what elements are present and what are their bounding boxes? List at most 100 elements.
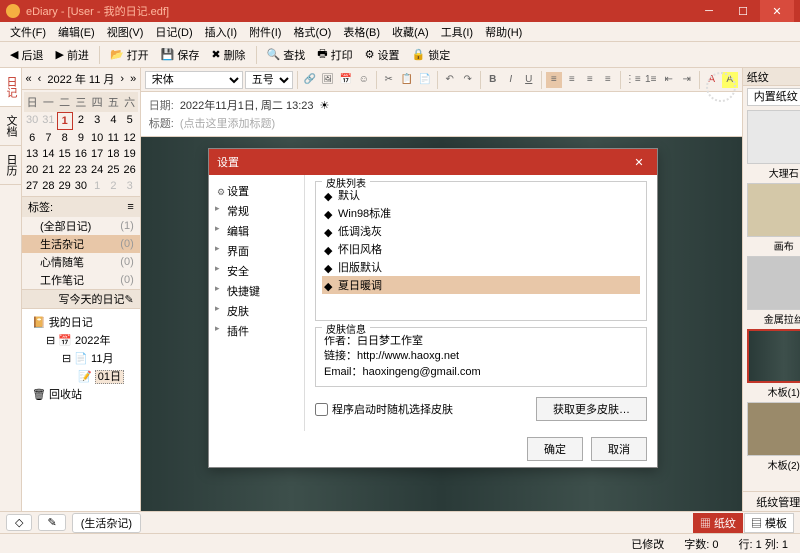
list-bullet-icon[interactable]: ⋮≡ [625,72,641,88]
menu-diary[interactable]: 日记(D) [151,22,196,42]
align-center-icon[interactable]: ≡ [564,72,580,88]
cal-day[interactable]: 4 [105,112,121,130]
cal-day[interactable]: 27 [24,178,40,194]
cal-day[interactable]: 24 [89,162,105,178]
cal-day[interactable]: 11 [105,130,121,146]
status-tab-paper[interactable]: ▦ 纸纹 [693,513,743,533]
status-tab-template[interactable]: ▤ 模板 [744,513,794,533]
cal-day[interactable]: 23 [73,162,89,178]
align-justify-icon[interactable]: ≡ [600,72,616,88]
skin-item[interactable]: ◆夏日暖调 [322,276,640,294]
cal-day[interactable]: 17 [89,146,105,162]
redo-icon[interactable]: ↷ [460,72,476,88]
tab-diary[interactable]: 日记 [0,68,21,107]
paper-thumb[interactable]: 木板(1) [747,329,800,400]
settings-tree-item[interactable]: 安全 [213,261,300,281]
settings-tree-item[interactable]: 快捷键 [213,281,300,301]
cal-day[interactable]: 31 [40,112,56,130]
tree-day[interactable]: 📝 01日 [28,367,134,385]
list-number-icon[interactable]: 1≡ [643,72,659,88]
indent-icon[interactable]: ⇥ [679,72,695,88]
paste-icon[interactable]: 📄 [417,72,433,88]
settings-tree-root[interactable]: 设置 [213,181,300,201]
cal-day[interactable]: 10 [89,130,105,146]
menu-format[interactable]: 格式(O) [289,22,335,42]
cal-day[interactable]: 18 [105,146,121,162]
copy-icon[interactable]: 📋 [399,72,415,88]
tag-item[interactable]: (全部日记)(1) [22,217,140,235]
random-skin-checkbox[interactable]: 程序启动时随机选择皮肤 获取更多皮肤… [315,393,647,425]
find-button[interactable]: 🔍查找 [263,45,310,65]
cal-day[interactable]: 3 [122,178,138,194]
cal-day[interactable]: 20 [24,162,40,178]
cal-day[interactable]: 30 [24,112,40,130]
italic-icon[interactable]: I [503,72,519,88]
cal-day[interactable]: 2 [105,178,121,194]
tags-menu-icon[interactable]: ≡ [127,201,133,213]
cut-icon[interactable]: ✂ [381,72,397,88]
cal-day[interactable]: 26 [122,162,138,178]
print-button[interactable]: 🖶打印 [313,43,356,66]
tree-root[interactable]: 📔 我的日记 [28,313,134,331]
delete-button[interactable]: ✖删除 [207,45,249,65]
tab-calendar[interactable]: 日历 [0,146,21,185]
minimize-button[interactable]: ─ [692,0,726,22]
image-icon[interactable]: 🖼 [320,72,336,88]
align-right-icon[interactable]: ≡ [582,72,598,88]
cal-day[interactable]: 25 [105,162,121,178]
cal-title[interactable]: 2022 年 11 月 [47,71,114,87]
menu-tools[interactable]: 工具(I) [437,22,477,42]
title-input[interactable]: (点击这里添加标题) [180,115,275,131]
cal-day[interactable]: 1 [57,112,73,130]
paper-thumb[interactable]: 金属拉丝 [747,256,800,327]
get-more-skins-button[interactable]: 获取更多皮肤… [536,397,647,421]
menu-fav[interactable]: 收藏(A) [388,22,433,42]
menu-attach[interactable]: 附件(I) [245,22,285,42]
cal-next-month-icon[interactable]: › [120,73,124,85]
tag-item[interactable]: 心情随笔(0) [22,253,140,271]
bottom-tab-3[interactable]: (生活杂记) [72,513,141,533]
menu-file[interactable]: 文件(F) [6,22,50,42]
menu-insert[interactable]: 插入(I) [201,22,241,42]
menu-table[interactable]: 表格(B) [339,22,384,42]
cal-day[interactable]: 13 [24,146,40,162]
paper-manager-button[interactable]: 纸纹管理器 [743,491,800,511]
close-button[interactable]: ✕ [760,0,794,22]
tree-month[interactable]: ⊟ 📄 11月 [28,349,134,367]
underline-icon[interactable]: U [521,72,537,88]
cal-day[interactable]: 22 [57,162,73,178]
tab-docs[interactable]: 文档 [0,107,21,146]
write-today-button[interactable]: 写今天的日记 ✎ [22,289,140,309]
paper-thumb[interactable]: 画布 [747,183,800,254]
cancel-button[interactable]: 取消 [591,437,647,461]
tree-year[interactable]: ⊟ 📅 2022年 [28,331,134,349]
maximize-button[interactable]: ☐ [726,0,760,22]
cal-day[interactable]: 30 [73,178,89,194]
settings-tree-item[interactable]: 皮肤 [213,301,300,321]
date-icon[interactable]: 📅 [338,72,354,88]
cal-day[interactable]: 15 [57,146,73,162]
undo-icon[interactable]: ↶ [442,72,458,88]
cal-day[interactable]: 28 [40,178,56,194]
forward-button[interactable]: ▶前进 [51,45,92,65]
align-left-icon[interactable]: ≡ [546,72,562,88]
link-icon[interactable]: 🔗 [302,72,318,88]
tree-recycle[interactable]: 🗑 回收站 [28,385,134,403]
cal-day[interactable]: 6 [24,130,40,146]
menu-help[interactable]: 帮助(H) [481,22,526,42]
tag-item[interactable]: 工作笔记(0) [22,271,140,289]
cal-prev-month-icon[interactable]: ‹ [38,73,42,85]
tag-item[interactable]: 生活杂记(0) [22,235,140,253]
cal-day[interactable]: 5 [122,112,138,130]
bottom-tab-2[interactable]: ✎ [38,514,65,531]
cal-day[interactable]: 12 [122,130,138,146]
bold-icon[interactable]: B [485,72,501,88]
save-button[interactable]: 💾保存 [157,45,204,65]
menu-view[interactable]: 视图(V) [103,22,148,42]
settings-tree-item[interactable]: 编辑 [213,221,300,241]
cal-day[interactable]: 16 [73,146,89,162]
settings-tree-item[interactable]: 界面 [213,241,300,261]
ok-button[interactable]: 确定 [527,437,583,461]
emoji-icon[interactable]: ☺ [356,72,372,88]
dialog-close-button[interactable]: ✕ [629,152,649,172]
